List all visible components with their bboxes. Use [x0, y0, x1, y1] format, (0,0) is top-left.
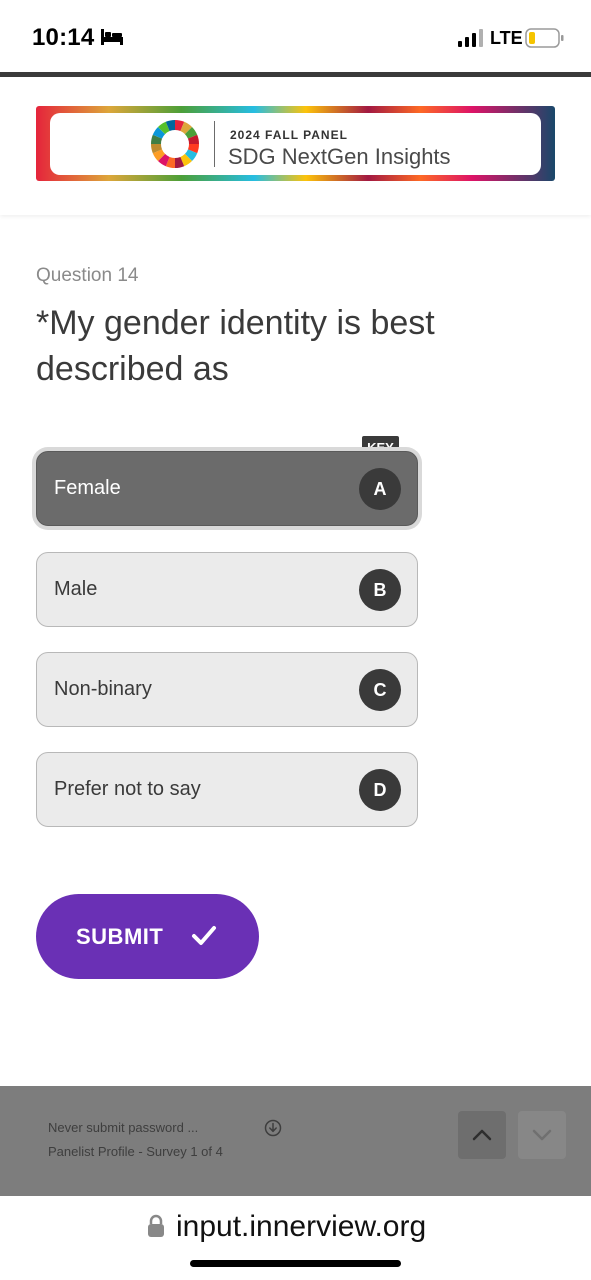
lock-icon [148, 1214, 164, 1237]
option-label: Prefer not to say [54, 778, 201, 800]
bed-icon [101, 29, 123, 45]
option-label: Male [54, 578, 98, 600]
survey-header: 2024 FALL PANEL SDG NextGen Insights [0, 77, 591, 215]
survey-progress-text: Panelist Profile - Survey 1 of 4 [48, 1144, 223, 1159]
question-text: *My gender identity is best described as [36, 304, 435, 388]
question-number: Question 14 [36, 265, 139, 286]
signal-strength-icon [458, 29, 483, 47]
previous-question-button[interactable] [458, 1111, 506, 1159]
sdg-wheel-logo [150, 119, 200, 169]
submit-label: SUBMIT [76, 924, 164, 949]
status-time: 10:14 [32, 24, 95, 51]
option-female[interactable]: Female A [36, 451, 418, 526]
survey-footer: Never submit password ... Panelist Profi… [0, 1086, 591, 1196]
submit-button[interactable]: SUBMIT [36, 894, 259, 979]
option-label: Non-binary [54, 678, 152, 700]
option-male[interactable]: Male B [36, 552, 418, 627]
option-key-badge: C [359, 669, 401, 711]
option-key-badge: D [359, 769, 401, 811]
network-type: LTE [490, 28, 523, 48]
option-key-badge: A [359, 468, 401, 510]
option-non-binary[interactable]: Non-binary C [36, 652, 418, 727]
option-key-badge: B [359, 569, 401, 611]
battery-icon [525, 28, 564, 48]
banner-divider [214, 121, 215, 167]
chevron-up-icon [472, 1129, 492, 1141]
sdg-banner: 2024 FALL PANEL SDG NextGen Insights [36, 106, 555, 181]
banner-panel: 2024 FALL PANEL SDG NextGen Insights [50, 113, 541, 175]
banner-title: SDG NextGen Insights [228, 144, 451, 169]
url-text: input.innerview.org [176, 1210, 427, 1243]
checkmark-icon [192, 926, 216, 945]
password-warning: Never submit password ... [48, 1120, 199, 1135]
status-bar: 10:14 LTE [0, 0, 591, 72]
download-icon[interactable] [264, 1119, 282, 1137]
option-label: Female [54, 477, 121, 499]
home-indicator [190, 1260, 401, 1267]
next-question-button[interactable] [518, 1111, 566, 1159]
banner-kicker: 2024 FALL PANEL [230, 128, 348, 142]
browser-url-bar[interactable]: input.innerview.org [0, 1196, 591, 1280]
chevron-down-icon [532, 1129, 552, 1141]
option-prefer-not-to-say[interactable]: Prefer not to say D [36, 752, 418, 827]
